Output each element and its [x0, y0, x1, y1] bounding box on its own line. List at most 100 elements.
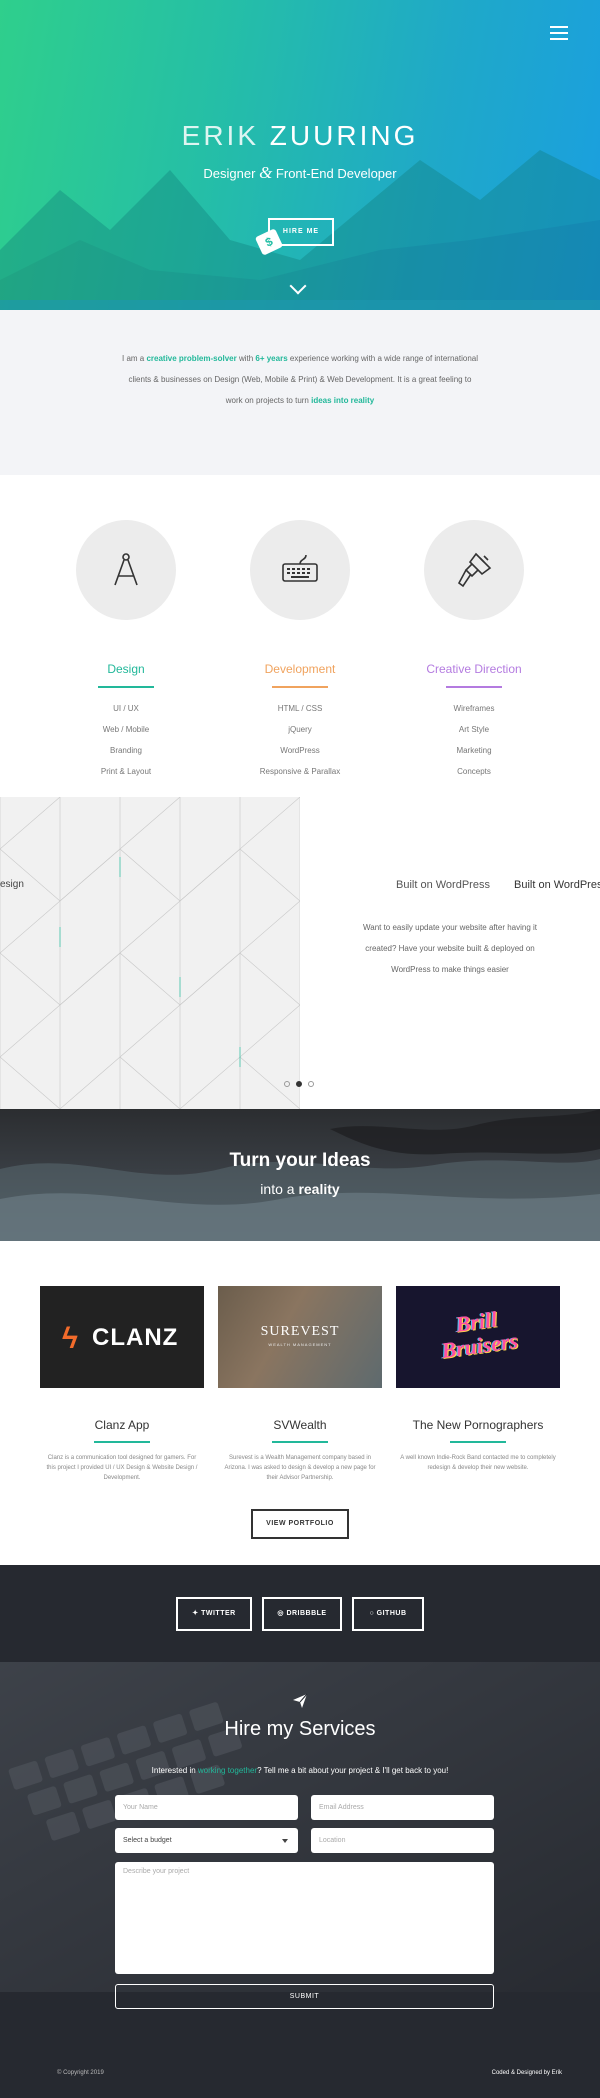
github-icon: ○: [369, 1610, 375, 1617]
portfolio-section: ϟ CLANZ Clanz App Clanz is a communicati…: [0, 1241, 600, 1565]
hero-bottom-bar: [0, 300, 600, 310]
project-card-svwealth[interactable]: SUREVEST WEALTH MANAGEMENT SVWealth Sure…: [218, 1286, 382, 1483]
slide-title-partial: esign: [0, 879, 24, 890]
dribbble-button[interactable]: ◎ DRIBBBLE: [262, 1597, 342, 1631]
twitter-button[interactable]: ✦ TWITTER: [176, 1597, 252, 1631]
twitter-label: TWITTER: [201, 1610, 236, 1617]
hero-name: ERIK ZUURING: [0, 120, 600, 152]
ideas-subheading: into a reality: [0, 1181, 600, 1197]
intro-text-part: I am a: [122, 354, 147, 363]
submit-button[interactable]: SUBMIT: [115, 1984, 494, 2009]
role-right: Front-End Developer: [275, 166, 397, 181]
slider-dot-active[interactable]: [296, 1081, 302, 1087]
skill-title: Design: [107, 662, 145, 676]
location-input[interactable]: Location: [311, 1828, 494, 1853]
slide-text: Want to easily update your website after…: [362, 923, 538, 974]
role-left: Designer: [203, 166, 256, 181]
github-label: GITHUB: [376, 1610, 407, 1617]
view-portfolio-button[interactable]: VIEW PORTFOLIO: [251, 1509, 349, 1539]
intro-highlight: 6+ years: [255, 354, 288, 363]
project-description: A well known Indie-Rock Band contacted m…: [400, 1455, 556, 1471]
skill-title: Creative Direction: [426, 662, 522, 676]
slide-title: Built on WordPress: [514, 879, 600, 891]
thumb-logo-text: CLANZ: [92, 1324, 179, 1351]
project-thumbnail[interactable]: SUREVEST WEALTH MANAGEMENT: [218, 1286, 382, 1388]
credit: Coded & Designed by Erik: [491, 2070, 562, 2076]
chevron-down-icon: [282, 1839, 288, 1843]
compass-icon: [114, 553, 138, 586]
ideas-banner: Turn your Ideas into a reality: [0, 1109, 600, 1241]
email-input[interactable]: Email Address: [311, 1795, 494, 1820]
skill-item: HTML / CSS: [277, 704, 323, 713]
thumb-logo-text: Brill Bruisers: [439, 1306, 520, 1364]
paper-plane-icon: [293, 1693, 308, 1708]
skill-list: HTML / CSS jQuery WordPress Responsive &…: [220, 698, 380, 782]
dribbble-label: DRIBBBLE: [286, 1610, 327, 1617]
skill-item: Branding: [109, 746, 143, 755]
skill-item: Print & Layout: [100, 767, 152, 776]
skill-design: Design UI / UX Web / Mobile Branding Pri…: [46, 520, 206, 782]
dribbble-icon: ◎: [277, 1610, 284, 1617]
feature-slider: esign Built on WordPress Built on WordPr…: [0, 797, 600, 1109]
github-button[interactable]: ○ GITHUB: [352, 1597, 424, 1631]
skill-list: UI / UX Web / Mobile Branding Print & La…: [46, 698, 206, 782]
skills-section: Design UI / UX Web / Mobile Branding Pri…: [0, 475, 600, 797]
project-underline: [94, 1441, 150, 1443]
contact-heading: Hire my Services: [224, 1718, 376, 1740]
role-ampersand: &: [259, 163, 273, 182]
skill-underline: [98, 686, 154, 688]
budget-value: Select a budget: [123, 1837, 172, 1844]
project-thumbnail[interactable]: Brill Bruisers: [396, 1286, 560, 1388]
skill-list: Wireframes Art Style Marketing Concepts: [394, 698, 554, 782]
contact-section: ✦ TWITTER ◎ DRIBBBLE ○ GITHUB Hire my Se…: [0, 1565, 600, 2098]
intro-text-part: with: [236, 354, 256, 363]
project-underline: [272, 1441, 328, 1443]
project-card-clanz[interactable]: ϟ CLANZ Clanz App Clanz is a communicati…: [40, 1286, 204, 1483]
project-underline: [450, 1441, 506, 1443]
ocean-background: [0, 1109, 600, 1241]
name-input[interactable]: Your Name: [115, 1795, 298, 1820]
intro-section: I am a creative problem-solver with 6+ y…: [0, 310, 600, 475]
skill-item: Responsive & Parallax: [259, 767, 341, 776]
slider-dots: [284, 1074, 320, 1092]
skill-underline: [446, 686, 502, 688]
skill-icon-circle: [424, 520, 524, 620]
project-title: SVWealth: [273, 1418, 327, 1432]
skill-item: jQuery: [288, 725, 312, 734]
intro-text: I am a creative problem-solver with 6+ y…: [120, 348, 480, 411]
lead-link[interactable]: working together: [198, 1766, 257, 1775]
project-description: Surevest is a Wealth Management company …: [224, 1455, 376, 1481]
paintbrush-icon: [457, 552, 492, 588]
intro-highlight: ideas into reality: [311, 396, 375, 405]
first-name: ERIK: [181, 120, 260, 151]
last-name: ZUURING: [269, 120, 419, 151]
ideas-sub-prefix: into a: [260, 1181, 299, 1197]
contact-lead: Interested in working together? Tell me …: [0, 1766, 600, 1775]
skill-development: Development HTML / CSS jQuery WordPress …: [220, 520, 380, 782]
project-title: The New Pornographers: [412, 1418, 544, 1432]
project-textarea[interactable]: Describe your project: [115, 1862, 494, 1974]
ideas-heading: Turn your Ideas: [229, 1150, 371, 1171]
thumb-logo-subtext: WEALTH MANAGEMENT: [268, 1342, 332, 1347]
project-description: Clanz is a communication tool designed f…: [46, 1455, 198, 1481]
hero-tagline: Designer & Front-End Developer: [0, 163, 600, 183]
skill-underline: [272, 686, 328, 688]
thumb-logo-text: SUREVEST: [260, 1324, 340, 1339]
slide-ghost-title: Built on WordPress: [396, 879, 490, 891]
copyright: © Copyright 2019: [57, 2070, 104, 2076]
project-thumbnail[interactable]: ϟ CLANZ: [40, 1286, 204, 1388]
hero-section: ERIK ZUURING Designer & Front-End Develo…: [0, 0, 600, 310]
slider-dot[interactable]: [308, 1081, 314, 1087]
slider-dot[interactable]: [284, 1081, 290, 1087]
skill-item: UI / UX: [113, 704, 139, 713]
project-card-new-pornographers[interactable]: Brill Bruisers The New Pornographers A w…: [396, 1286, 560, 1473]
hamburger-icon[interactable]: [550, 26, 568, 44]
budget-select[interactable]: Select a budget: [115, 1828, 298, 1853]
triangle-pattern: [0, 797, 300, 1109]
lead-suffix: ? Tell me a bit about your project & I'l…: [257, 1766, 449, 1775]
skill-creative-direction: Creative Direction Wireframes Art Style …: [394, 520, 554, 782]
skill-item: WordPress: [280, 746, 320, 755]
skill-item: Art Style: [458, 725, 490, 734]
skill-icon-circle: [76, 520, 176, 620]
skill-item: Wireframes: [453, 704, 495, 713]
